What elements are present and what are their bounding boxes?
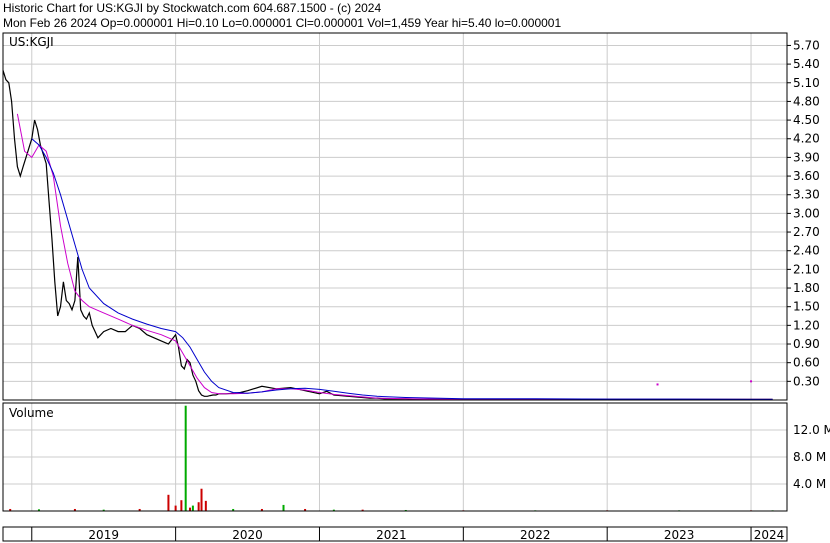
price-marker [750,380,753,383]
price-tick-label: 0.30 [793,374,820,388]
price-tick-label: 1.20 [793,318,820,332]
volume-bar [204,500,207,511]
series-line-ma_short [16,113,773,400]
price-axis: 5.70 5.40 5.10 4.80 4.50 4.20 3.90 3.60 3.30 3.00… [787,38,820,388]
volume-bar [184,405,187,511]
price-tick-label: 2.70 [793,225,820,239]
price-panel-frame [2,32,788,401]
price-grid [3,44,787,382]
volume-bar [174,505,177,511]
volume-bar [189,507,192,511]
volume-bar [191,505,194,511]
volume-grid [3,429,787,485]
volume-bar [282,504,285,511]
price-tick-label: 5.40 [793,57,820,71]
price-marker [656,383,659,386]
year-tick-label: 2021 [376,528,407,542]
price-tick-label: 3.30 [793,188,820,202]
price-tick-label: 4.80 [793,94,820,108]
volume-bar [180,500,183,511]
year-tick-label: 2023 [664,528,695,542]
price-tick-label: 4.20 [793,132,820,146]
volume-bar [200,488,203,511]
stock-chart: US:KGJI Volume 5.70 5.40 5.10 4.80 4.50 4.20 3… [2,32,830,542]
volume-tick-label: 4.0 M [793,477,826,491]
volume-tick-label: 8.0 M [793,450,826,464]
price-tick-label: 5.70 [793,38,820,52]
price-tick-label: 0.90 [793,337,820,351]
year-tick-label: 2024 [754,528,785,542]
price-tick-label: 3.90 [793,150,820,164]
volume-tick-label: 12.0 M [793,423,830,437]
time-axis: 2019 2020 2021 2022 2023 2024 [31,527,785,542]
price-tick-label: 1.80 [793,281,820,295]
price-tick-label: 1.50 [793,300,820,314]
volume-bar [167,494,170,511]
volume-axis: 12.0 M 8.0 M 4.0 M [793,423,830,491]
time-grid [31,33,752,511]
price-tick-label: 4.50 [793,113,820,127]
price-tick-label: 3.60 [793,169,820,183]
price-tick-label: 2.10 [793,262,820,276]
volume-bar [197,502,200,511]
price-tick-label: 3.00 [793,206,820,220]
year-tick-label: 2020 [232,528,263,542]
price-panel-title: US:KGJI [9,35,54,49]
year-tick-label: 2019 [88,528,119,542]
price-tick-label: 0.60 [793,356,820,370]
price-tick-label: 5.10 [793,76,820,90]
volume-panel-title: Volume [9,406,54,420]
volume-bars [9,405,774,512]
price-tick-label: 2.40 [793,244,820,258]
year-tick-label: 2022 [520,528,551,542]
